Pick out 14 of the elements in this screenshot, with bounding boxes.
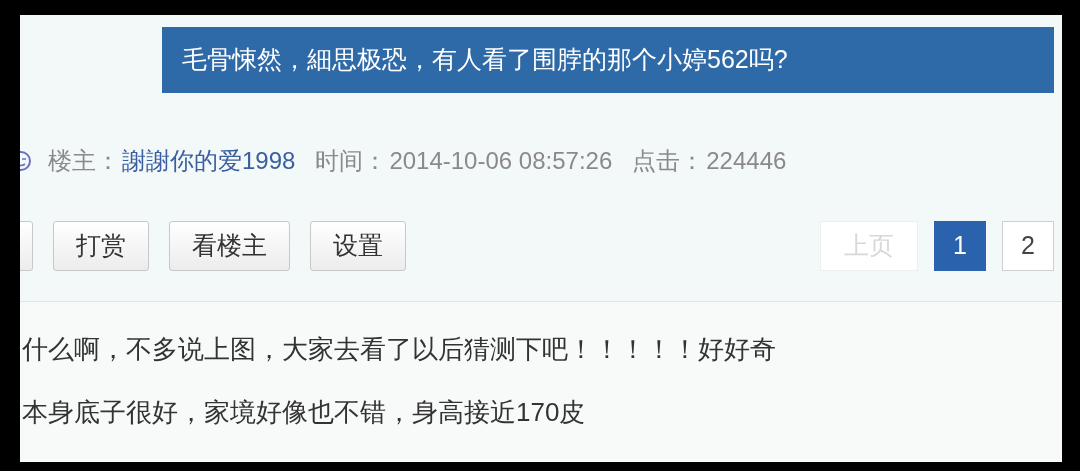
post-text: 本身底子很好，家境好像也不错，身高接近170皮 — [22, 396, 587, 429]
author-link[interactable]: 謝謝你的爱1998 — [122, 143, 296, 179]
time-label: 时间： — [315, 146, 388, 176]
page-button[interactable]: 1 — [934, 221, 986, 271]
toolbar-button[interactable]: 打赏 — [53, 221, 149, 271]
click-count: 224446 — [706, 146, 787, 176]
toolbar-button[interactable]: 看楼主 — [169, 221, 290, 271]
page-button[interactable]: 2 — [1002, 221, 1054, 271]
thread-title: 毛骨悚然，細思极恐，有人看了围脖的那个小婷562吗? — [162, 27, 1054, 93]
post-text: 什么啊，不多说上图，大家去看了以后猜测下吧！！！！！好好奇 — [22, 333, 777, 366]
clicks-label: 点击： — [632, 146, 705, 176]
author-label: 楼主： — [48, 146, 120, 176]
post-time: 2014-10-06 08:57:26 — [389, 146, 613, 176]
toolbar-button[interactable]: 设置 — [310, 221, 406, 271]
